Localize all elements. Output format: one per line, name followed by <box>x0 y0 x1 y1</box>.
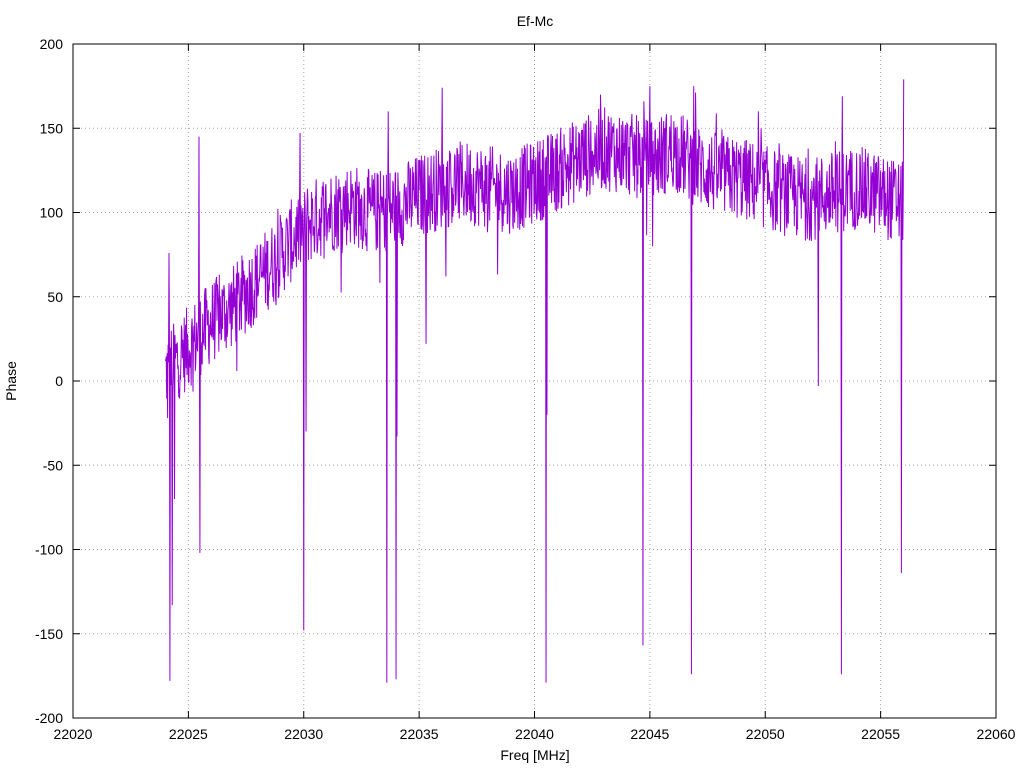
x-tick-label: 22060 <box>977 726 1016 742</box>
x-tick-label: 22025 <box>169 726 208 742</box>
y-axis-title: Phase <box>3 361 19 401</box>
y-tick-label: -50 <box>43 457 63 473</box>
x-tick-label: 22045 <box>630 726 669 742</box>
x-tick-label: 22050 <box>746 726 785 742</box>
y-tick-label: -200 <box>35 710 63 726</box>
x-axis-title: Freq [MHz] <box>500 747 569 763</box>
y-tick-label: 150 <box>40 120 64 136</box>
x-tick-label: 22020 <box>54 726 93 742</box>
chart-title: Ef-Mc <box>517 13 554 29</box>
y-tick-label: 200 <box>40 36 64 52</box>
x-tick-label: 22055 <box>861 726 900 742</box>
y-tick-label: 100 <box>40 205 64 221</box>
grid-lines <box>73 44 996 718</box>
tick-labels: 22020 22025 22030 22035 22040 22045 22050 22055… <box>35 36 1016 742</box>
y-tick-label: 50 <box>47 289 63 305</box>
x-tick-label: 22035 <box>400 726 439 742</box>
phase-chart: 22020 22025 22030 22035 22040 22045 22050 22055… <box>3 13 1016 763</box>
y-tick-label: -150 <box>35 626 63 642</box>
x-tick-label: 22040 <box>515 726 554 742</box>
y-tick-label: 0 <box>55 373 63 389</box>
x-tick-label: 22030 <box>284 726 323 742</box>
y-tick-label: -100 <box>35 542 63 558</box>
